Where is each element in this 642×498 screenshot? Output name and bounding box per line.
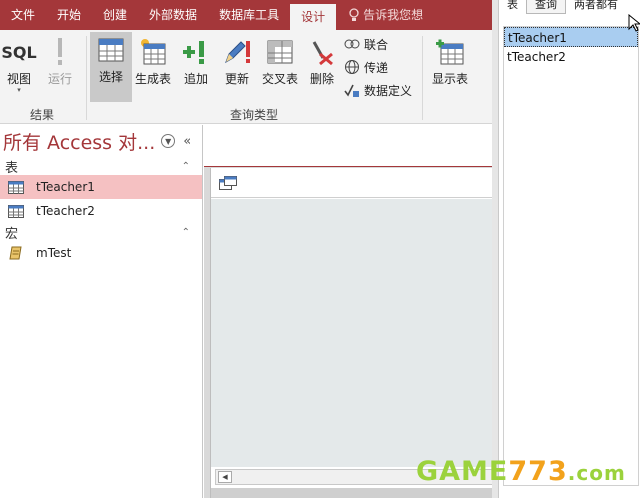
chevron-up-icon: ⌃ — [181, 160, 190, 172]
sql-icon: SQL — [1, 42, 37, 62]
show-table-tab-tables[interactable]: 表 — [499, 0, 526, 14]
group-separator — [422, 36, 423, 120]
query-type-group-label: 查询类型 — [229, 108, 278, 122]
group-separator — [86, 36, 87, 120]
view-button[interactable]: SQL 视图 ▾ — [1, 34, 37, 110]
append-icon — [176, 34, 216, 70]
macro-scroll-icon — [9, 246, 22, 260]
table-icon — [8, 180, 24, 194]
union-button[interactable]: 联合 — [344, 34, 388, 54]
navigation-pane: 所有 Access 对... ▼ « 表 ⌃ tTeacher1 tTeache… — [0, 125, 203, 498]
exclamation-icon — [42, 34, 78, 70]
data-definition-button[interactable]: 数据定义 — [344, 80, 412, 100]
make-table-icon — [133, 34, 173, 70]
globe-icon — [345, 60, 359, 74]
tab-design[interactable]: 设计 — [290, 4, 337, 30]
show-table-icon — [428, 34, 472, 70]
query-work-area: ◀ — [204, 125, 493, 498]
query-design-window: ◀ — [210, 168, 493, 498]
collapse-pane-icon[interactable]: « — [183, 134, 191, 149]
update-pencil-icon — [218, 34, 256, 70]
show-table-button[interactable]: 显示表 — [428, 34, 472, 110]
nav-item-tteacher2[interactable]: tTeacher2 — [0, 199, 202, 223]
nav-pane-header[interactable]: 所有 Access 对... ▼ « — [0, 125, 202, 157]
show-table-list[interactable]: tTeacher1 tTeacher2 — [503, 26, 639, 486]
query-window-header — [211, 168, 492, 198]
data-definition-icon — [344, 84, 359, 97]
tell-me-text: 告诉我您想 — [363, 8, 424, 22]
crosstab-button[interactable]: 交叉表 — [258, 34, 302, 110]
results-group-label: 结果 — [29, 108, 54, 122]
show-table-tabs: 表 查询 两者都有 — [499, 0, 642, 14]
nav-section-macros[interactable]: 宏 ⌃ — [0, 223, 202, 242]
tab-external-data[interactable]: 外部数据 — [138, 0, 208, 30]
update-button[interactable]: 更新 — [218, 34, 256, 110]
lightbulb-icon — [349, 8, 359, 21]
delete-icon — [304, 34, 340, 70]
list-item[interactable]: tTeacher1 — [504, 27, 638, 47]
select-query-icon — [90, 32, 132, 68]
tab-home[interactable]: 开始 — [46, 0, 92, 30]
nav-item-mtest[interactable]: mTest — [0, 241, 202, 265]
ribbon-tab-bar: 文件 开始 创建 外部数据 数据库工具 设计 告诉我您想 — [0, 0, 492, 30]
show-table-dialog: 表 查询 两者都有 tTeacher1 tTeacher2 — [498, 0, 642, 498]
append-button[interactable]: 追加 — [176, 34, 216, 110]
chevron-down-icon[interactable]: ▼ — [161, 134, 176, 148]
list-item[interactable]: tTeacher2 — [504, 47, 638, 67]
chevron-up-icon: ⌃ — [181, 226, 190, 238]
tab-file[interactable]: 文件 — [0, 0, 46, 30]
watermark-logo: GAME 773 .com — [416, 456, 626, 487]
tell-me-box[interactable]: 告诉我您想 — [336, 0, 423, 30]
show-table-tab-both[interactable]: 两者都有 — [566, 0, 626, 14]
tab-database-tools[interactable]: 数据库工具 — [208, 0, 290, 30]
run-button[interactable]: 运行 — [42, 34, 78, 110]
nav-pane-title: 所有 Access 对... — [3, 131, 156, 154]
pass-through-button[interactable]: 传递 — [344, 57, 388, 77]
scroll-left-arrow-icon[interactable]: ◀ — [218, 471, 232, 483]
delete-button[interactable]: 删除 — [304, 34, 340, 110]
table-icon — [8, 204, 24, 218]
document-tab-strip — [204, 125, 492, 167]
mouse-cursor-icon — [628, 14, 640, 32]
nav-item-tteacher1[interactable]: tTeacher1 — [0, 175, 202, 199]
tab-create[interactable]: 创建 — [92, 0, 138, 30]
select-query-button[interactable]: 选择 — [90, 32, 132, 102]
crosstab-icon — [258, 34, 302, 70]
query-icon — [219, 175, 237, 190]
union-icon — [344, 39, 360, 49]
chevron-down-icon: ▾ — [17, 86, 21, 94]
nav-section-tables[interactable]: 表 ⌃ — [0, 157, 202, 176]
ribbon-design: SQL 视图 ▾ 运行 结果 选择 生成表 追加 更新 交叉表 删除 联合 传递… — [0, 30, 492, 124]
make-table-button[interactable]: 生成表 — [133, 34, 173, 110]
show-table-tab-queries[interactable]: 查询 — [526, 0, 566, 14]
query-design-canvas[interactable] — [211, 199, 493, 467]
query-grid-splitter[interactable] — [211, 488, 493, 498]
